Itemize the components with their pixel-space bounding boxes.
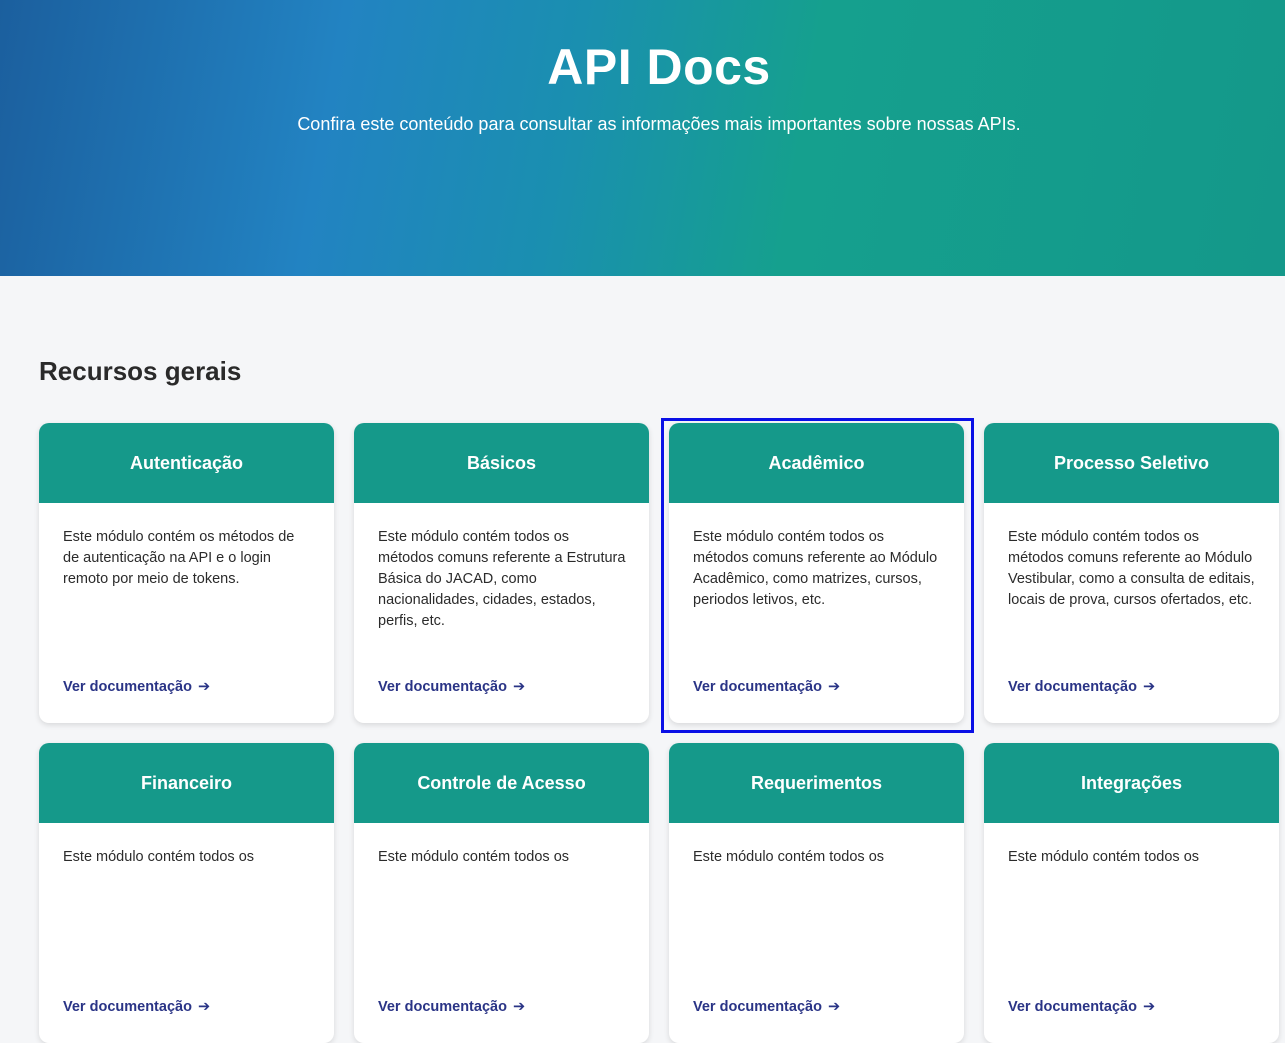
card-processo-seletivo: Processo Seletivo Este módulo contém tod…	[984, 423, 1279, 723]
view-docs-link-financeiro[interactable]: Ver documentação ➔	[63, 999, 210, 1015]
view-docs-label: Ver documentação	[1008, 679, 1137, 695]
arrow-right-icon: ➔	[827, 999, 841, 1015]
view-docs-link-academico[interactable]: Ver documentação ➔	[693, 679, 840, 695]
view-docs-link-requerimentos[interactable]: Ver documentação ➔	[693, 999, 840, 1015]
card-academico: Acadêmico Este módulo contém todos os mé…	[669, 423, 964, 723]
card-title: Integrações	[984, 743, 1279, 823]
arrow-right-icon: ➔	[1142, 999, 1156, 1015]
arrow-right-icon: ➔	[827, 679, 841, 695]
card-title: Básicos	[354, 423, 649, 503]
arrow-right-icon: ➔	[512, 999, 526, 1015]
card-description: Este módulo contém todos os	[378, 849, 570, 865]
page-title: API Docs	[547, 39, 771, 95]
arrow-right-icon: ➔	[1142, 679, 1156, 695]
view-docs-label: Ver documentação	[1008, 999, 1137, 1015]
arrow-right-icon: ➔	[197, 679, 211, 695]
card-requerimentos: Requerimentos Este módulo contém todos o…	[669, 743, 964, 1043]
view-docs-link-integracoes[interactable]: Ver documentação ➔	[1008, 999, 1155, 1015]
card-title: Controle de Acesso	[354, 743, 649, 823]
card-autenticacao: Autenticação Este módulo contém os métod…	[39, 423, 334, 723]
view-docs-link-processo-seletivo[interactable]: Ver documentação ➔	[1008, 679, 1155, 695]
hero-banner: API Docs Confira este conteúdo para cons…	[0, 0, 1285, 276]
card-title: Financeiro	[39, 743, 334, 823]
view-docs-label: Ver documentação	[378, 999, 507, 1015]
card-title: Requerimentos	[669, 743, 964, 823]
card-description: Este módulo contém todos os	[693, 849, 885, 865]
page-subtitle: Confira este conteúdo para consultar as …	[297, 114, 1021, 134]
view-docs-label: Ver documentação	[63, 999, 192, 1015]
view-docs-label: Ver documentação	[693, 999, 822, 1015]
card-description: Este módulo contém os métodos de de aute…	[63, 529, 295, 587]
view-docs-label: Ver documentação	[63, 679, 192, 695]
view-docs-label: Ver documentação	[378, 679, 507, 695]
arrow-right-icon: ➔	[512, 679, 526, 695]
card-description: Este módulo contém todos os	[1008, 849, 1200, 865]
section-title: Recursos gerais	[39, 356, 242, 386]
card-basicos: Básicos Este módulo contém todos os méto…	[354, 423, 649, 723]
view-docs-link-basicos[interactable]: Ver documentação ➔	[378, 679, 525, 695]
card-financeiro: Financeiro Este módulo contém todos os V…	[39, 743, 334, 1043]
card-title: Processo Seletivo	[984, 423, 1279, 503]
view-docs-link-autenticacao[interactable]: Ver documentação ➔	[63, 679, 210, 695]
card-description: Este módulo contém todos os métodos comu…	[693, 529, 938, 608]
card-title: Autenticação	[39, 423, 334, 503]
card-description: Este módulo contém todos os métodos comu…	[378, 529, 626, 629]
card-description: Este módulo contém todos os	[63, 849, 255, 865]
card-controle-de-acesso: Controle de Acesso Este módulo contém to…	[354, 743, 649, 1043]
arrow-right-icon: ➔	[197, 999, 211, 1015]
view-docs-label: Ver documentação	[693, 679, 822, 695]
view-docs-link-controle-de-acesso[interactable]: Ver documentação ➔	[378, 999, 525, 1015]
card-title: Acadêmico	[669, 423, 964, 503]
card-integracoes: Integrações Este módulo contém todos os …	[984, 743, 1279, 1043]
card-description: Este módulo contém todos os métodos comu…	[1008, 529, 1255, 608]
